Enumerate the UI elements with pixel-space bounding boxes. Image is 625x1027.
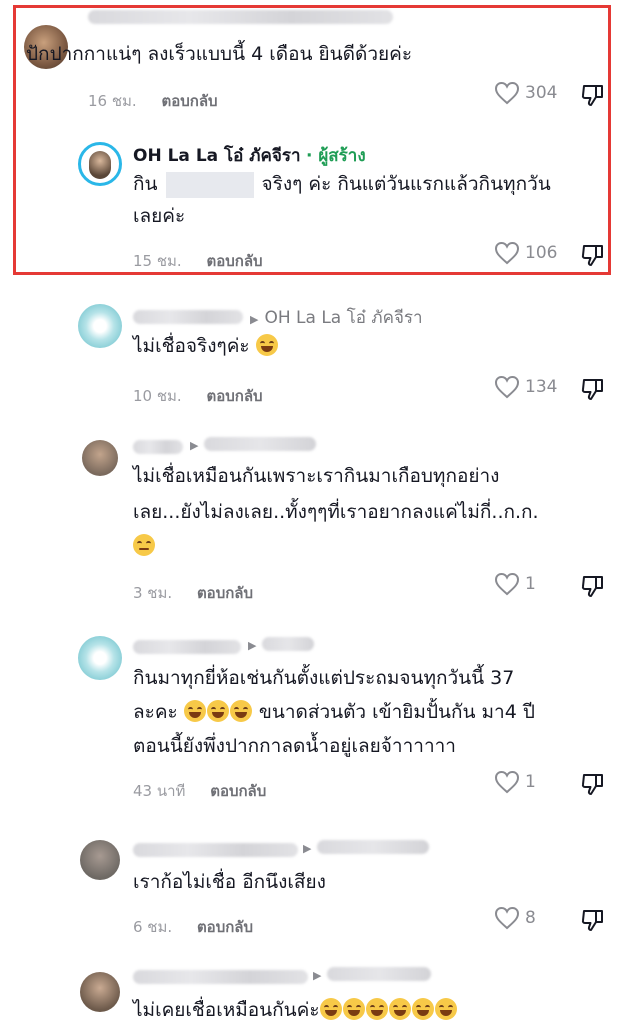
comment-meta: 43 นาที ตอบกลับ [133,779,266,803]
heart-icon [494,572,520,596]
reply-button[interactable]: ตอบกลับ [197,918,253,936]
commenter-avatar[interactable] [80,972,120,1012]
reply-to: ▶ [313,964,432,984]
like-count: 8 [525,908,536,928]
laughing-emoji-icon [255,334,278,356]
comment-text-part: ไม่เชื่อจริงๆค่ะ [133,335,250,357]
reply-to: ▶ [248,634,315,654]
dislike-icon[interactable] [580,573,606,599]
caret-right-icon: ▶ [250,313,259,326]
commenter-avatar[interactable] [78,636,122,680]
comment-text: ไม่เชื่อจริงๆค่ะ [133,330,279,362]
commenter-name-blurred[interactable] [133,970,308,984]
like-button[interactable]: 1 [494,770,536,794]
comment-text-part: ขนาดส่วนตัว เข้ายิมปั้นกัน มา4 ปี [258,701,535,723]
rofl-emoji-icon [365,998,388,1020]
reply-to: ▶ [303,837,430,857]
reply-to-name[interactable]: OH La La โอ๋ ภัคจีรา [264,308,422,328]
dislike-icon[interactable] [580,376,606,402]
comment-time: 10 ชม. [133,387,182,405]
dislike-icon[interactable] [580,907,606,933]
smirk-emoji-icon [133,534,155,556]
commenter-name-blurred[interactable] [133,310,243,324]
rofl-emoji-icon [388,998,411,1020]
comment-time: 43 นาที [133,782,186,800]
comment-text-line1: กินมาทุกยี่ห้อเช่นกันตั้งแต่ประถมจนทุกวั… [133,667,515,689]
laughing-emoji-icon [206,700,229,722]
like-button[interactable]: 8 [494,906,536,930]
comment-text-line3: ตอนนี้ยังพึ่งปากกาลดน้ำอยู่เลยจ้าาาาาา [133,735,456,757]
rofl-emoji-icon [319,998,342,1020]
reply-to-name-blurred[interactable] [327,967,432,981]
reply-button[interactable]: ตอบกลับ [197,584,253,602]
reply-to-name-blurred[interactable] [262,637,315,651]
commenter-avatar[interactable] [82,440,118,476]
caret-right-icon: ▶ [313,969,322,982]
commenter-name-blurred[interactable] [133,440,183,454]
like-count: 1 [525,574,536,594]
reply-to: ▶ [190,434,317,454]
comment-text: เราก้อไม่เชื่อ อีกนึงเสียง [133,871,326,893]
heart-icon [494,906,520,930]
dislike-icon[interactable] [580,771,606,797]
comment-text-line3 [133,530,156,562]
laughing-emoji-icon [229,700,252,722]
comment-meta: 6 ชม. ตอบกลับ [133,915,253,939]
rofl-emoji-icon [411,998,434,1020]
comment-text: ไม่เคยเชื่อเหมือนกันค่ะ [133,994,458,1026]
comment-text-part: ไม่เคยเชื่อเหมือนกันค่ะ [133,999,320,1021]
reply-to: ▶ OH La La โอ๋ ภัคจีรา [250,304,423,331]
comment-time: 3 ชม. [133,584,173,602]
heart-icon [494,770,520,794]
reply-to-name-blurred[interactable] [204,437,317,451]
comment-text-part: ละคะ [133,701,178,723]
comment-text-line2: เลย...ยังไม่ลงเลย..ทั้งๆๆที่เราอยากลงแค่… [133,501,539,523]
commenter-avatar[interactable] [80,840,120,880]
commenter-avatar[interactable] [78,304,122,348]
rofl-emoji-icon [434,998,457,1020]
heart-icon [494,375,520,399]
rofl-emoji-icon [342,998,365,1020]
highlight-box [13,5,611,275]
laughing-emoji-icon [183,700,206,722]
reply-button[interactable]: ตอบกลับ [210,782,266,800]
comment-text-line1: ไม่เชื่อเหมือนกันเพราะเรากินมาเกือบทุกอย… [133,465,500,487]
caret-right-icon: ▶ [190,439,199,452]
caret-right-icon: ▶ [303,842,312,855]
caret-right-icon: ▶ [248,639,257,652]
reply-to-name-blurred[interactable] [317,840,430,854]
like-count: 134 [525,377,558,397]
like-button[interactable]: 134 [494,375,557,399]
comment-meta: 3 ชม. ตอบกลับ [133,581,253,605]
comment-text-line2: ละคะ ขนาดส่วนตัว เข้ายิมปั้นกัน มา4 ปี [133,696,535,728]
like-button[interactable]: 1 [494,572,536,596]
commenter-name-blurred[interactable] [133,843,298,857]
reply-button[interactable]: ตอบกลับ [206,387,262,405]
like-count: 1 [525,772,536,792]
commenter-name-blurred[interactable] [133,640,241,654]
comment-meta: 10 ชม. ตอบกลับ [133,384,263,408]
comment-time: 6 ชม. [133,918,173,936]
